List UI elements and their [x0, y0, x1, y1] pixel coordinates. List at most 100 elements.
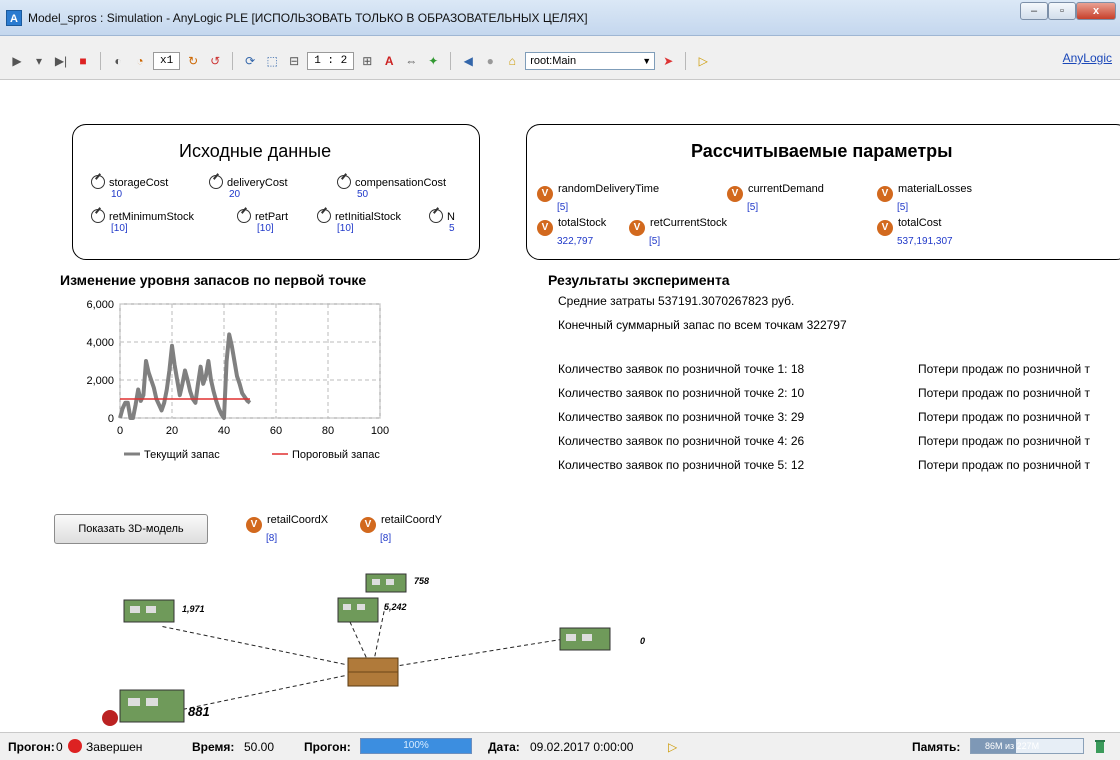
var-retcurrentstock[interactable]: VretCurrentStock [5]: [629, 217, 727, 247]
parameter-icon: [91, 175, 105, 189]
window-titlebar: A Model_spros : Simulation - AnyLogic PL…: [0, 0, 1120, 36]
param-value: 5: [449, 223, 455, 234]
computed-panel: Рассчитываемые параметры VrandomDelivery…: [526, 124, 1120, 260]
stock-label-retail-1: 758: [414, 576, 430, 586]
param-deliverycost[interactable]: deliveryCost 20: [209, 175, 288, 200]
var-value: [5]: [649, 236, 661, 247]
progress-label: Прогон:: [304, 740, 351, 754]
speed-field[interactable]: x1: [153, 52, 181, 70]
back-icon[interactable]: ◀: [459, 52, 477, 70]
var-retailcoordy[interactable]: VretailCoordY [8]: [360, 514, 442, 544]
legend-label-1: Текущий запас: [144, 449, 220, 461]
run-icon[interactable]: ▶: [8, 52, 26, 70]
home-icon[interactable]: ⌂: [503, 52, 521, 70]
variable-icon: V: [877, 220, 893, 236]
connection-line: [159, 625, 373, 671]
run-dropdown-icon[interactable]: ▾: [30, 52, 48, 70]
anylogic-app-icon: A: [6, 10, 22, 26]
param-name: N: [447, 211, 455, 223]
clock-icon[interactable]: ◔: [131, 52, 149, 70]
minimize-button[interactable]: –: [1020, 2, 1048, 20]
step-icon[interactable]: ▶|: [52, 52, 70, 70]
stock-label-retail-5: 881: [188, 704, 210, 719]
losses-line-2: Потери продаж по розничной т: [918, 386, 1091, 400]
separator: [232, 52, 234, 70]
trash-icon[interactable]: [1094, 738, 1106, 754]
speed-up-icon[interactable]: ↻: [184, 52, 202, 70]
warehouse-retail-3[interactable]: [337, 597, 379, 623]
navigation-value: root:Main: [530, 55, 577, 67]
maximize-button[interactable]: ▫: [1048, 2, 1076, 20]
y-tick-label: 6,000: [86, 299, 114, 311]
var-name: retailCoordX: [267, 514, 329, 526]
param-value: [10]: [257, 223, 274, 234]
var-retailcoordx[interactable]: VretailCoordX [8]: [246, 514, 328, 544]
var-value: [5]: [557, 202, 569, 213]
realtime-mode-icon[interactable]: ◐: [109, 52, 127, 70]
memory-bar: 86M из 227M: [970, 738, 1084, 754]
play-icon[interactable]: ▷: [668, 740, 677, 754]
warehouse-retail-2[interactable]: [123, 599, 175, 623]
forward-icon[interactable]: ●: [481, 52, 499, 70]
run-state: Завершен: [86, 740, 143, 754]
var-currentdemand[interactable]: VcurrentDemand [5]: [727, 183, 824, 213]
param-retinitialstock[interactable]: retInitialStock [10]: [317, 209, 401, 234]
separator: [450, 52, 452, 70]
close-button[interactable]: x: [1076, 2, 1116, 20]
inputs-title: Исходные данные: [179, 141, 332, 161]
orders-line-5: Количество заявок по розничной точке 5: …: [558, 458, 805, 472]
x-tick-label: 60: [270, 425, 282, 437]
link-tool-icon[interactable]: ⇔: [402, 52, 420, 70]
central-warehouse[interactable]: [347, 657, 399, 687]
losses-line-3: Потери продаж по розничной т: [918, 410, 1091, 424]
param-compensationcost[interactable]: compensationCost 50: [337, 175, 446, 200]
zoom-out-icon[interactable]: ⊟: [285, 52, 303, 70]
parameter-icon: [237, 209, 251, 223]
play-console-icon[interactable]: ▷: [694, 52, 712, 70]
chevron-down-icon: ▼: [642, 56, 652, 66]
refresh-view-icon[interactable]: ⟳: [241, 52, 259, 70]
zoom-level-field[interactable]: 1 : 2: [307, 52, 355, 70]
var-totalstock[interactable]: VtotalStock 322,797: [537, 217, 606, 247]
var-randomdeliverytime[interactable]: VrandomDeliveryTime [5]: [537, 183, 659, 213]
anylogic-link[interactable]: AnyLogic: [1063, 51, 1112, 65]
warehouse-retail-5[interactable]: [102, 689, 185, 726]
variable-icon: V: [537, 186, 553, 202]
param-n[interactable]: N5: [429, 209, 455, 234]
navigate-icon[interactable]: ➤: [659, 52, 677, 70]
window-title: Model_spros : Simulation - AnyLogic PLE …: [28, 11, 588, 25]
magic-tool-icon[interactable]: ✦: [424, 52, 442, 70]
stock-label-retail-3: 5,242: [384, 602, 407, 612]
legend-label-2: Пороговый запас: [292, 449, 380, 461]
param-name: deliveryCost: [227, 177, 288, 189]
param-retminimumstock[interactable]: retMinimumStock [10]: [91, 209, 194, 234]
slow-down-icon[interactable]: ↺: [206, 52, 224, 70]
zoom-in-icon[interactable]: ⊞: [358, 52, 376, 70]
show-3d-model-button[interactable]: Показать 3D-модель: [54, 514, 208, 544]
param-retpart[interactable]: retPart [10]: [237, 209, 288, 234]
param-name: retInitialStock: [335, 211, 402, 223]
parameter-icon: [337, 175, 351, 189]
variable-icon: V: [360, 517, 376, 533]
text-tool-icon[interactable]: A: [380, 52, 398, 70]
param-storagecost[interactable]: storageCost 10: [91, 175, 168, 200]
var-totalcost[interactable]: VtotalCost 537,191,307: [877, 217, 953, 247]
param-name: compensationCost: [355, 177, 447, 189]
stock-label-retail-4: 0: [640, 636, 646, 646]
var-name: totalCost: [898, 217, 942, 229]
orders-line-4: Количество заявок по розничной точке 4: …: [558, 434, 805, 448]
y-tick-label: 0: [108, 413, 114, 425]
x-tick-label: 40: [218, 425, 230, 437]
param-value: 10: [111, 189, 123, 200]
warehouse-retail-1[interactable]: [365, 573, 407, 593]
select-tool-icon[interactable]: ⬚: [263, 52, 281, 70]
variable-icon: V: [537, 220, 553, 236]
variable-icon: V: [629, 220, 645, 236]
var-materiallosses[interactable]: VmaterialLosses [5]: [877, 183, 972, 213]
navigation-select[interactable]: root:Main ▼: [525, 52, 656, 70]
warehouse-retail-4[interactable]: [559, 627, 611, 651]
var-value: 537,191,307: [897, 236, 953, 247]
stop-icon[interactable]: ■: [74, 52, 92, 70]
variable-icon: V: [727, 186, 743, 202]
stop-state-icon: [68, 739, 82, 753]
